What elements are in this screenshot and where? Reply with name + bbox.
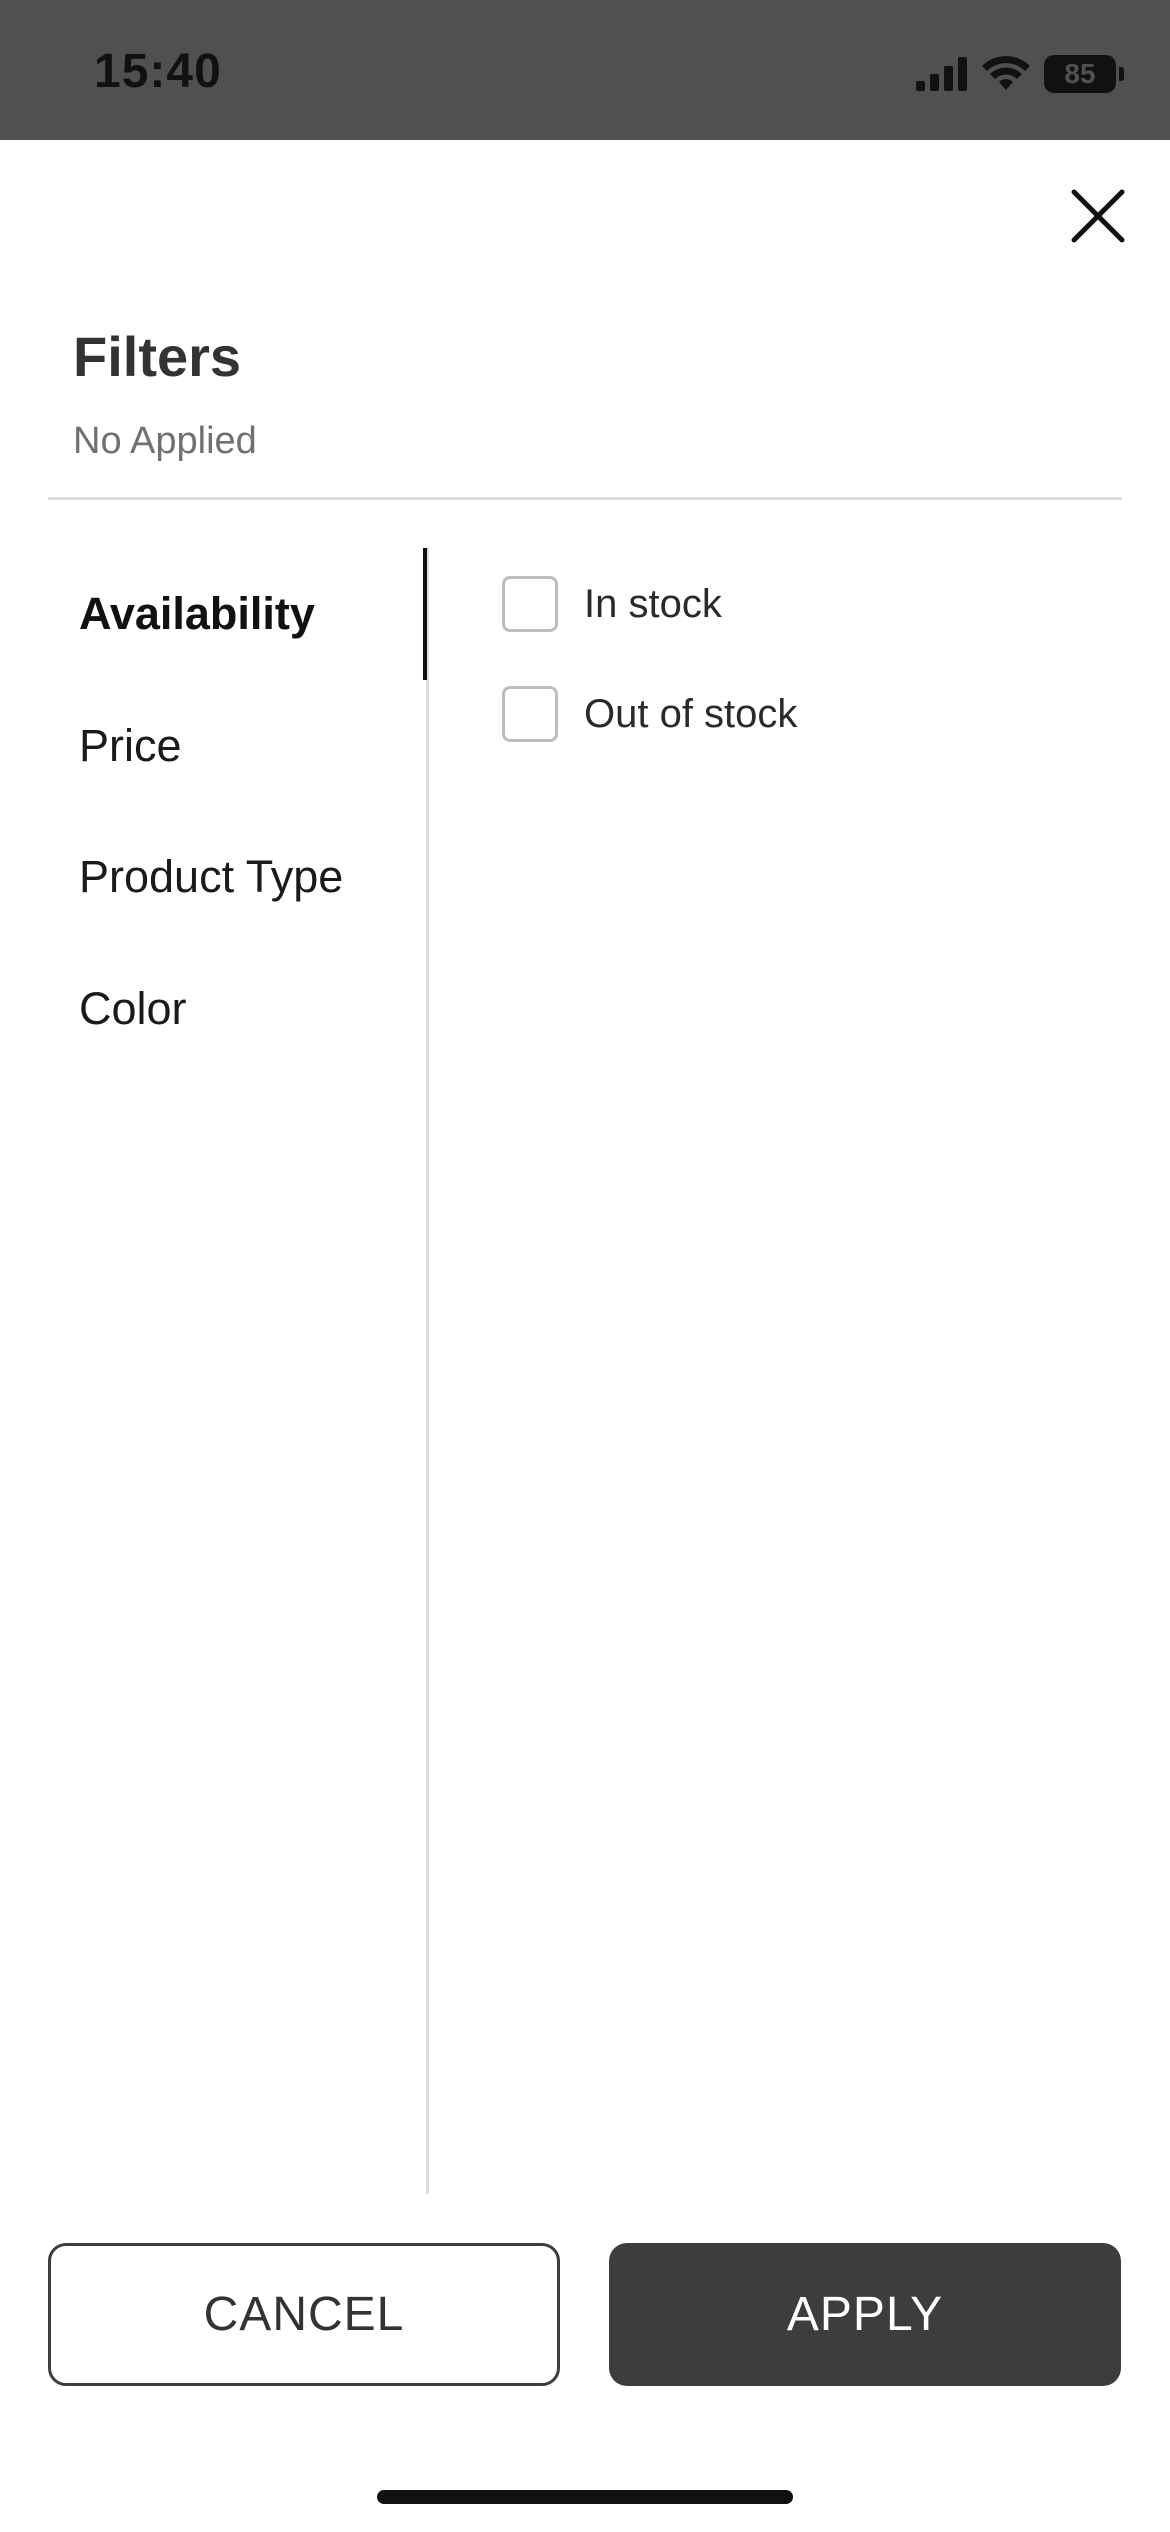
checkbox-in-stock[interactable] xyxy=(502,576,558,632)
apply-button[interactable]: APPLY xyxy=(609,2243,1121,2386)
wifi-icon xyxy=(982,56,1030,90)
filters-screen: 15:40 85 Filters No Applied Availability… xyxy=(0,0,1170,2532)
option-label: In stock xyxy=(584,581,722,626)
status-time: 15:40 xyxy=(94,45,222,98)
battery-cap xyxy=(1119,67,1124,81)
option-label: Out of stock xyxy=(584,691,798,736)
page-title: Filters xyxy=(73,325,242,388)
checkbox-out-of-stock[interactable] xyxy=(502,686,558,742)
category-divider xyxy=(426,548,429,2194)
category-availability[interactable]: Availability xyxy=(79,588,315,640)
option-out-of-stock[interactable]: Out of stock xyxy=(502,686,797,742)
option-in-stock[interactable]: In stock xyxy=(502,576,722,632)
category-color[interactable]: Color xyxy=(79,983,187,1035)
active-category-indicator xyxy=(423,548,427,680)
cancel-button[interactable]: CANCEL xyxy=(48,2243,560,2386)
battery-icon: 85 xyxy=(1044,55,1124,93)
battery-level: 85 xyxy=(1064,58,1096,89)
category-price[interactable]: Price xyxy=(79,720,182,772)
close-button[interactable] xyxy=(1064,182,1132,250)
status-icons: 85 xyxy=(916,52,1124,96)
signal-icon xyxy=(916,57,967,91)
status-bar: 15:40 85 xyxy=(0,0,1170,140)
header-divider xyxy=(48,497,1122,500)
category-product-type[interactable]: Product Type xyxy=(79,851,343,903)
close-icon xyxy=(1071,189,1125,243)
home-indicator[interactable] xyxy=(377,2490,793,2504)
applied-filters-status: No Applied xyxy=(73,420,257,462)
